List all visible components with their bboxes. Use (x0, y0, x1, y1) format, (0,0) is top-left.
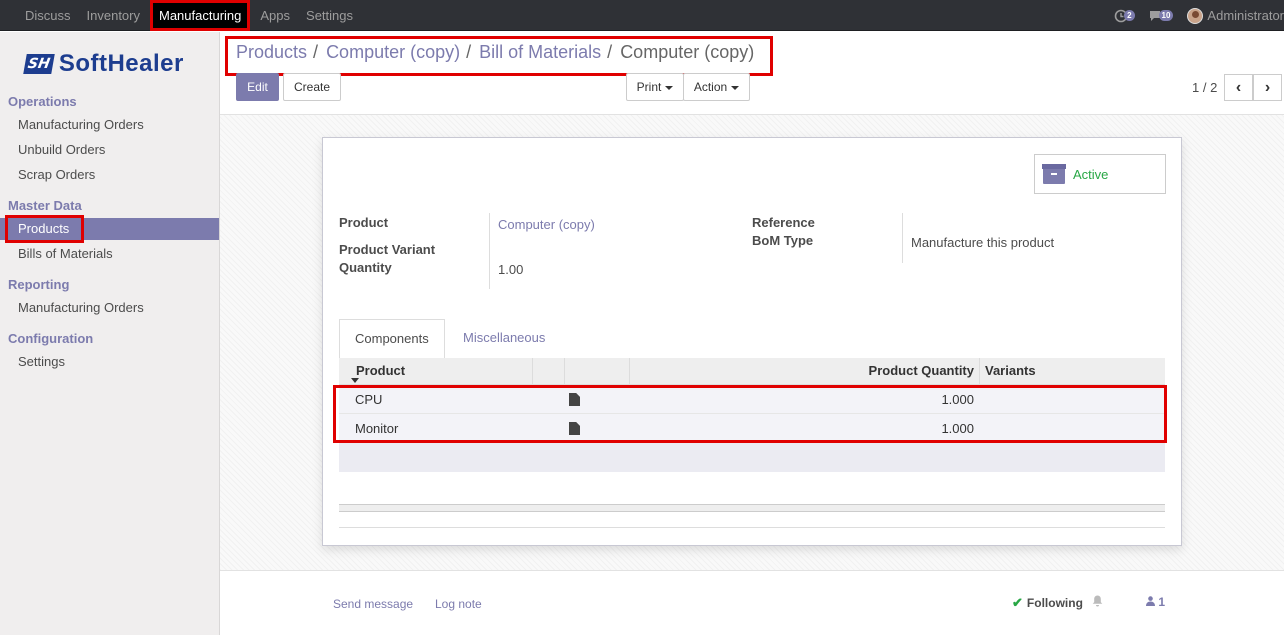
activity-menu[interactable]: 2 (1114, 9, 1135, 23)
send-message-button[interactable]: Send message (333, 597, 413, 611)
logo-text: SoftHealer (58, 50, 184, 77)
column-divider (979, 358, 980, 384)
print-button[interactable]: Print (626, 73, 684, 101)
menu-apps[interactable]: Apps (252, 0, 298, 31)
messages-badge: 10 (1158, 10, 1174, 21)
sidebar: SH SoftHealer Operations Manufacturing O… (0, 32, 220, 635)
active-label: Active (1073, 166, 1109, 182)
column-product[interactable]: Product (356, 358, 405, 384)
caret-down-icon (731, 85, 740, 90)
column-variants[interactable]: Variants (985, 358, 1036, 384)
table-header: Product Product Quantity Variants (339, 358, 1165, 385)
app-menu: Discuss Inventory Manufacturing Apps Set… (17, 0, 361, 31)
sidebar-section-master-data: Master Data (8, 198, 82, 213)
field-divider (489, 213, 490, 289)
column-divider (629, 358, 630, 384)
pager-previous-button[interactable]: ‹ (1224, 74, 1253, 101)
sidebar-item-bills-of-materials[interactable]: Bills of Materials (0, 243, 219, 265)
menu-settings[interactable]: Settings (298, 0, 361, 31)
quantity-label: Quantity (339, 260, 392, 275)
sidebar-section-configuration: Configuration (8, 331, 94, 346)
bom-type-label: BoM Type (752, 233, 814, 248)
sidebar-item-scrap-orders[interactable]: Scrap Orders (0, 164, 219, 186)
quantity-field: 1.00 (498, 262, 524, 277)
highlight-breadcrumb (225, 36, 773, 76)
log-note-button[interactable]: Log note (435, 597, 482, 611)
column-divider (532, 358, 533, 384)
chevron-left-icon: ‹ (1235, 78, 1242, 96)
user-menu[interactable]: Administrator (1207, 8, 1284, 23)
create-button[interactable]: Create (283, 73, 341, 101)
action-button[interactable]: Action (683, 73, 750, 101)
sidebar-item-settings[interactable]: Settings (0, 351, 219, 373)
check-icon: ✔ (1012, 595, 1023, 610)
highlight-products (5, 215, 84, 243)
reference-label: Reference (752, 215, 815, 230)
bom-type-field: Manufacture this product (911, 235, 1055, 250)
form-sheet: Active Product Product Variant Quantity … (322, 137, 1182, 546)
pager-next-button[interactable]: › (1253, 74, 1282, 101)
systray: 2 10 Administrator (1114, 0, 1284, 31)
notebook-tabs: Components Miscellaneous (339, 319, 1165, 359)
logo-mark: SH (23, 54, 55, 74)
sidebar-item-unbuild-orders[interactable]: Unbuild Orders (0, 139, 219, 161)
chevron-right-icon: › (1264, 78, 1271, 96)
highlight-component-rows (333, 385, 1167, 443)
tab-miscellaneous[interactable]: Miscellaneous (448, 319, 560, 359)
menu-manufacturing[interactable]: Manufacturing (150, 0, 251, 31)
menu-discuss[interactable]: Discuss (17, 0, 79, 31)
top-navbar: Discuss Inventory Manufacturing Apps Set… (0, 0, 1284, 31)
messaging-menu[interactable]: 10 (1149, 10, 1174, 22)
print-label: Print (636, 80, 662, 94)
following-label: Following (1026, 596, 1083, 610)
following-button[interactable]: ✔ Following (1012, 595, 1083, 611)
product-field[interactable]: Computer (copy) (498, 217, 595, 232)
action-label: Action (693, 80, 728, 94)
followers-count: 1 (1158, 595, 1166, 609)
user-icon (1146, 596, 1155, 606)
sidebar-section-operations: Operations (8, 94, 77, 109)
caret-down-icon (665, 85, 674, 90)
user-avatar[interactable] (1187, 7, 1204, 24)
active-toggle-button[interactable]: Active (1034, 154, 1166, 194)
pager-value[interactable]: 1 / 2 (1192, 80, 1217, 95)
product-label: Product (339, 215, 389, 230)
bell-shape (1092, 595, 1103, 607)
column-divider (564, 358, 565, 384)
sidebar-item-reporting-manufacturing-orders[interactable]: Manufacturing Orders (0, 297, 219, 319)
column-product-quantity[interactable]: Product Quantity (869, 358, 974, 384)
archive-icon (1042, 164, 1066, 184)
activity-badge: 2 (1124, 10, 1135, 21)
bell-icon[interactable] (1092, 595, 1103, 610)
table-bottom-line (339, 527, 1165, 528)
sidebar-section-reporting: Reporting (8, 277, 70, 292)
product-variant-label: Product Variant (339, 242, 436, 257)
empty-table-row (339, 443, 1165, 472)
edit-button[interactable]: Edit (236, 73, 279, 101)
menu-inventory[interactable]: Inventory (79, 0, 148, 31)
chatter: Send message Log note ✔ Following 1 (220, 570, 1284, 635)
followers-button[interactable]: 1 (1146, 595, 1165, 609)
field-divider (902, 213, 903, 263)
sidebar-item-manufacturing-orders[interactable]: Manufacturing Orders (0, 114, 219, 136)
tab-components[interactable]: Components (339, 319, 445, 359)
company-logo: SH SoftHealer (23, 50, 184, 78)
table-footer (339, 504, 1165, 512)
